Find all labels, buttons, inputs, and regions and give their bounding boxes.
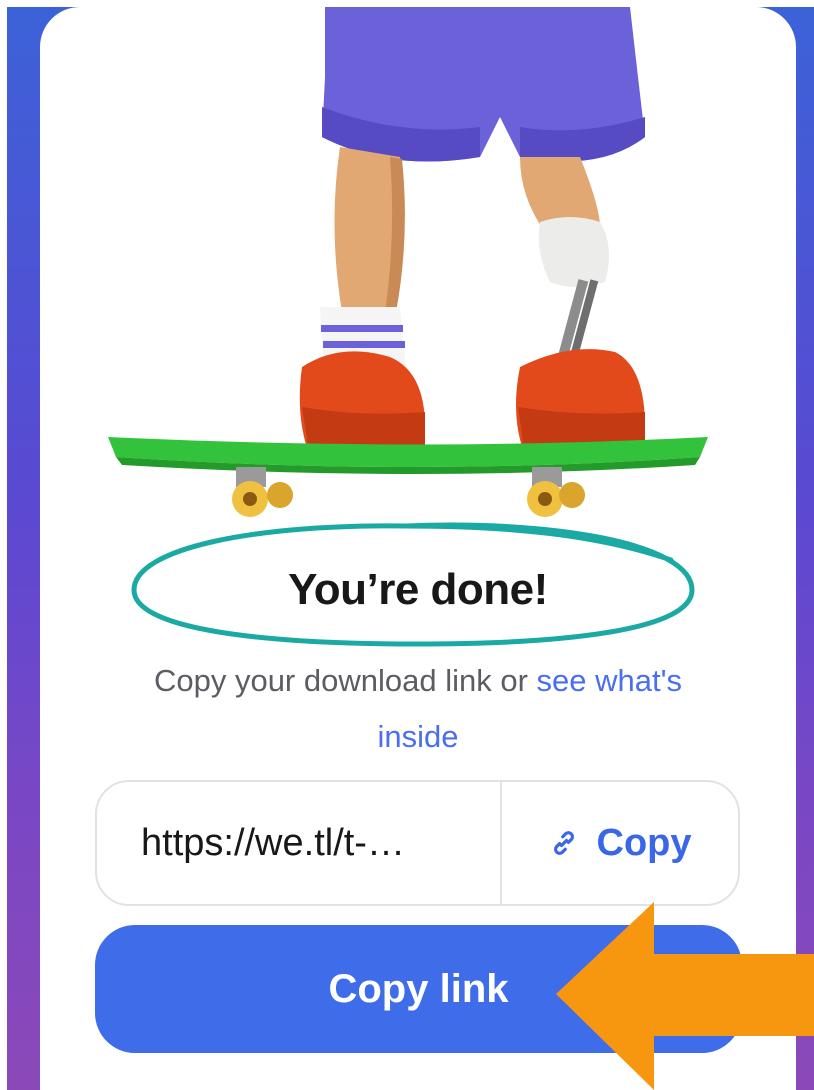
link-icon: [553, 831, 574, 855]
copy-link-label: Copy link: [328, 966, 509, 1011]
completion-headline: You’re done!: [288, 565, 548, 614]
subtitle-text: Copy your download link or: [153, 663, 537, 698]
download-link-box: https://we.tl/t-… Copy: [95, 780, 740, 906]
copy-button-label: Copy: [596, 821, 692, 864]
download-link-url[interactable]: https://we.tl/t-…: [97, 782, 502, 904]
skateboard-illustration: [108, 7, 708, 517]
copy-button[interactable]: Copy: [502, 782, 738, 904]
completion-subtitle: Copy your download link or see what's in…: [130, 653, 706, 765]
pointer-arrow-icon: [556, 902, 814, 1090]
